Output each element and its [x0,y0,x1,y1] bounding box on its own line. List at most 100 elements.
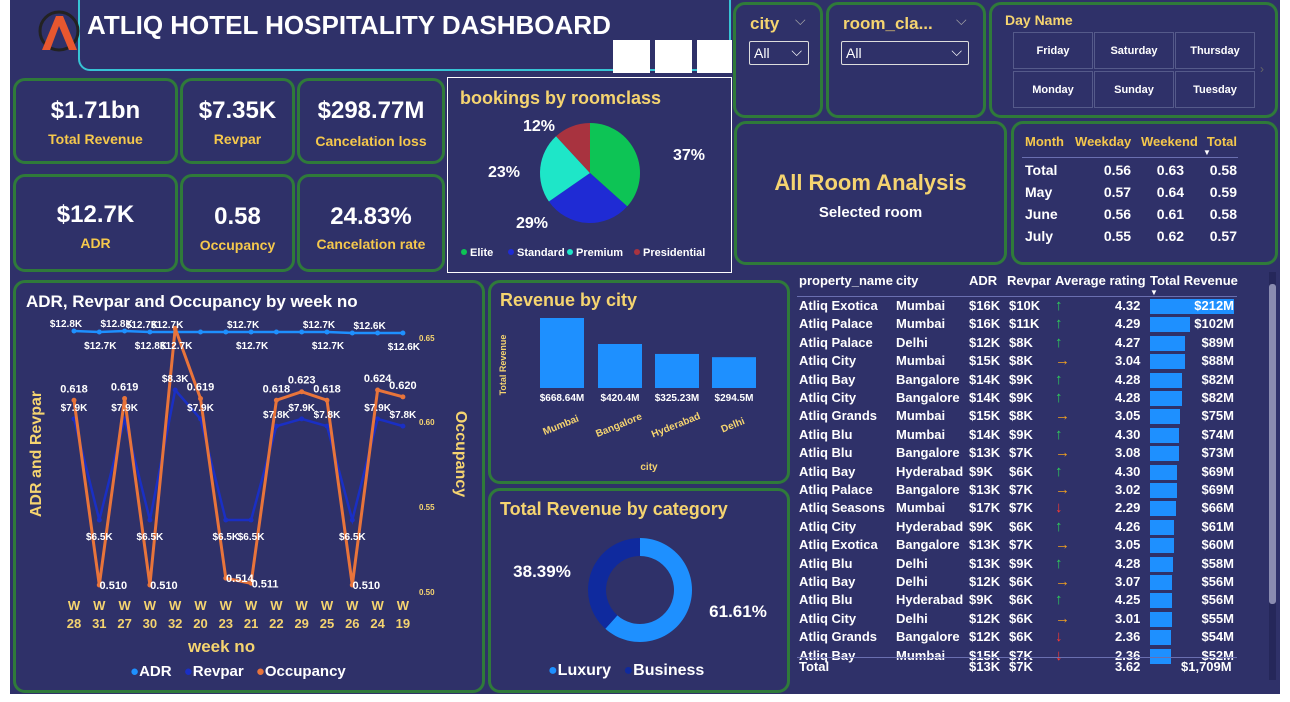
city-x-tick-label: Bangalore [594,411,644,440]
table-header-revpar[interactable]: Revpar [1007,272,1051,290]
table-row[interactable]: Atliq Exotica Mumbai $16K $10K ↑ 4.32 $212M [797,297,1237,315]
kpi-cancelation-loss: $298.77M Cancelation loss [297,78,445,164]
revpar-point[interactable] [172,387,178,393]
adr-point[interactable] [198,329,203,335]
table-cell-adr: $14K [969,426,1001,442]
city-bar-bangalore[interactable] [598,343,642,388]
adr-point[interactable] [96,329,102,335]
matrix-cell: 0.63 [1156,162,1185,178]
table-row[interactable]: Atliq Blu Bangalore $13K $7K → 3.08 $73M [797,444,1237,462]
table-header-revenue[interactable]: Total Revenue [1150,272,1238,290]
city-filter-chevron-icon[interactable]: ⌵ [795,12,806,29]
matrix-header-month[interactable]: Month [1021,132,1069,150]
table-row[interactable]: Atliq City Hyderabad $9K $6K ↑ 4.26 $61M [797,518,1237,536]
matrix-cell: 0.57 [1103,184,1132,200]
table-cell-adr: $13K [969,482,1001,497]
table-header-city[interactable]: city [896,272,918,290]
revpar-data-label: $6.5K [137,532,164,543]
revpar-point[interactable] [349,517,355,523]
table-cell-revenue: $56M [1201,574,1234,589]
occupancy-series-line[interactable] [72,327,404,586]
x-tick-week-number: 19 [396,616,410,630]
table-header-property[interactable]: property_name [799,272,893,290]
table-row[interactable]: Atliq Blu Mumbai $14K $9K ↑ 4.30 $74M [797,426,1237,444]
day-button-sunday[interactable]: Sunday [1094,71,1174,108]
table-cell-revenue: $55M [1201,610,1234,626]
table-row[interactable]: Atliq Blu Hyderabad $9K $6K ↑ 4.25 $56M [797,591,1237,609]
revpar-point[interactable] [223,517,229,523]
table-row[interactable]: Atliq Palace Bangalore $13K $7K → 3.02 $69M [797,481,1237,499]
revpar-point[interactable] [400,423,406,429]
table-cell-revenue: $66M [1201,500,1234,516]
city-bar-hyderabad[interactable] [655,353,699,388]
x-tick-week-prefix: W [144,598,157,613]
table-row[interactable]: Atliq Seasons Mumbai $17K $7K ↓ 2.29 $66M [797,499,1237,517]
revpar-data-label: $6.5K [238,532,265,543]
x-tick-week-prefix: W [93,598,106,613]
table-row[interactable]: Atliq City Mumbai $15K $8K → 3.04 $88M [797,352,1237,370]
revpar-point[interactable] [96,517,102,523]
table-row[interactable]: Atliq Bay Bangalore $14K $9K ↑ 4.28 $82M [797,371,1237,389]
adr-data-label: $12.7K [312,341,345,352]
day-button-monday[interactable]: Monday [1013,71,1093,108]
table-row[interactable]: Atliq Bay Delhi $12K $6K → 3.07 $56M [797,573,1237,591]
occupancy-point[interactable] [273,397,279,403]
table-row[interactable]: Atliq City Delhi $12K $6K → 3.01 $55M [797,610,1237,628]
occupancy-point[interactable] [299,389,305,395]
table-row[interactable]: Atliq Exotica Bangalore $13K $7K → 3.05 $60M [797,536,1237,554]
table-scrollbar-thumb[interactable] [1269,284,1276,604]
table-header-adr[interactable]: ADR [969,272,997,290]
day-button-friday[interactable]: Friday [1013,32,1093,69]
table-row[interactable]: Atliq Grands Bangalore $12K $6K ↓ 2.36 $54M [797,628,1237,646]
room-class-filter-chevron-icon[interactable]: ⌵ [956,12,967,29]
city-dropdown-chevron-icon: ⌵ [791,43,802,59]
rating-trend-up-icon: ↑ [1055,554,1063,572]
table-header-row: property_name city ADR Revpar Average ra… [797,272,1238,290]
table-cell-property: Atliq Palace [799,334,873,350]
rating-trend-right-icon: → [1055,536,1070,554]
rating-trend-up-icon: ↑ [1055,333,1063,351]
rating-trend-up-icon: ↑ [1055,389,1063,406]
table-header-rating[interactable]: Average rating [1055,272,1146,290]
city-bar-mumbai[interactable] [540,318,584,388]
table-scrollbar[interactable] [1269,272,1276,680]
occupancy-point[interactable] [324,397,330,403]
revpar-point[interactable] [299,416,305,422]
day-scroll-right-icon[interactable]: › [1260,62,1264,76]
adr-point[interactable] [400,330,406,336]
table-row[interactable]: Atliq City Bangalore $14K $9K ↑ 4.28 $82M [797,389,1237,407]
revpar-point[interactable] [147,517,153,523]
day-button-tuesday[interactable]: Tuesday [1175,71,1255,108]
city-chart-xlabel: city [640,462,658,473]
table-row[interactable]: Atliq Bay Hyderabad $9K $6K ↑ 4.30 $69M [797,463,1237,481]
table-cell-city: Delhi [896,334,928,350]
matrix-header-weekday[interactable]: Weekday [1069,132,1135,150]
day-button-saturday[interactable]: Saturday [1094,32,1174,69]
revpar-point[interactable] [273,423,279,429]
table-cell-revpar: $6K [1009,629,1033,645]
table-cell-adr: $9K [969,518,993,534]
table-row[interactable]: Atliq Blu Delhi $13K $9K ↑ 4.28 $58M [797,555,1237,573]
day-button-thursday[interactable]: Thursday [1175,32,1255,69]
city-filter-dropdown[interactable]: All ⌵ [749,41,809,65]
matrix-header-weekend[interactable]: Weekend [1135,132,1202,150]
occupancy-point[interactable] [375,387,381,393]
revpar-point[interactable] [324,423,330,429]
occupancy-point[interactable] [400,394,406,400]
revpar-point[interactable] [248,517,254,523]
table-row[interactable]: Atliq Palace Mumbai $16K $11K ↑ 4.29 $102M [797,315,1237,333]
adr-point[interactable] [273,329,279,335]
table-cell-rating: 4.29 [1115,316,1141,332]
table-row[interactable]: Atliq Palace Delhi $12K $8K ↑ 4.27 $89M [797,334,1237,352]
occupancy-point[interactable] [198,396,203,402]
kpi-occupancy: 0.58 Occupancy [180,174,295,272]
legend-business-dot-icon: ● [623,662,634,679]
table-cell-revenue: $75M [1201,408,1234,424]
room-class-filter-dropdown[interactable]: All ⌵ [841,41,969,65]
revpar-point[interactable] [375,416,381,422]
occupancy-point[interactable] [122,396,128,402]
occupancy-data-label: 0.618 [60,383,88,395]
table-row[interactable]: Atliq Grands Mumbai $15K $8K → 3.05 $75M [797,407,1237,425]
donut-slice-business[interactable] [588,538,640,629]
city-bar-delhi[interactable] [712,357,756,388]
